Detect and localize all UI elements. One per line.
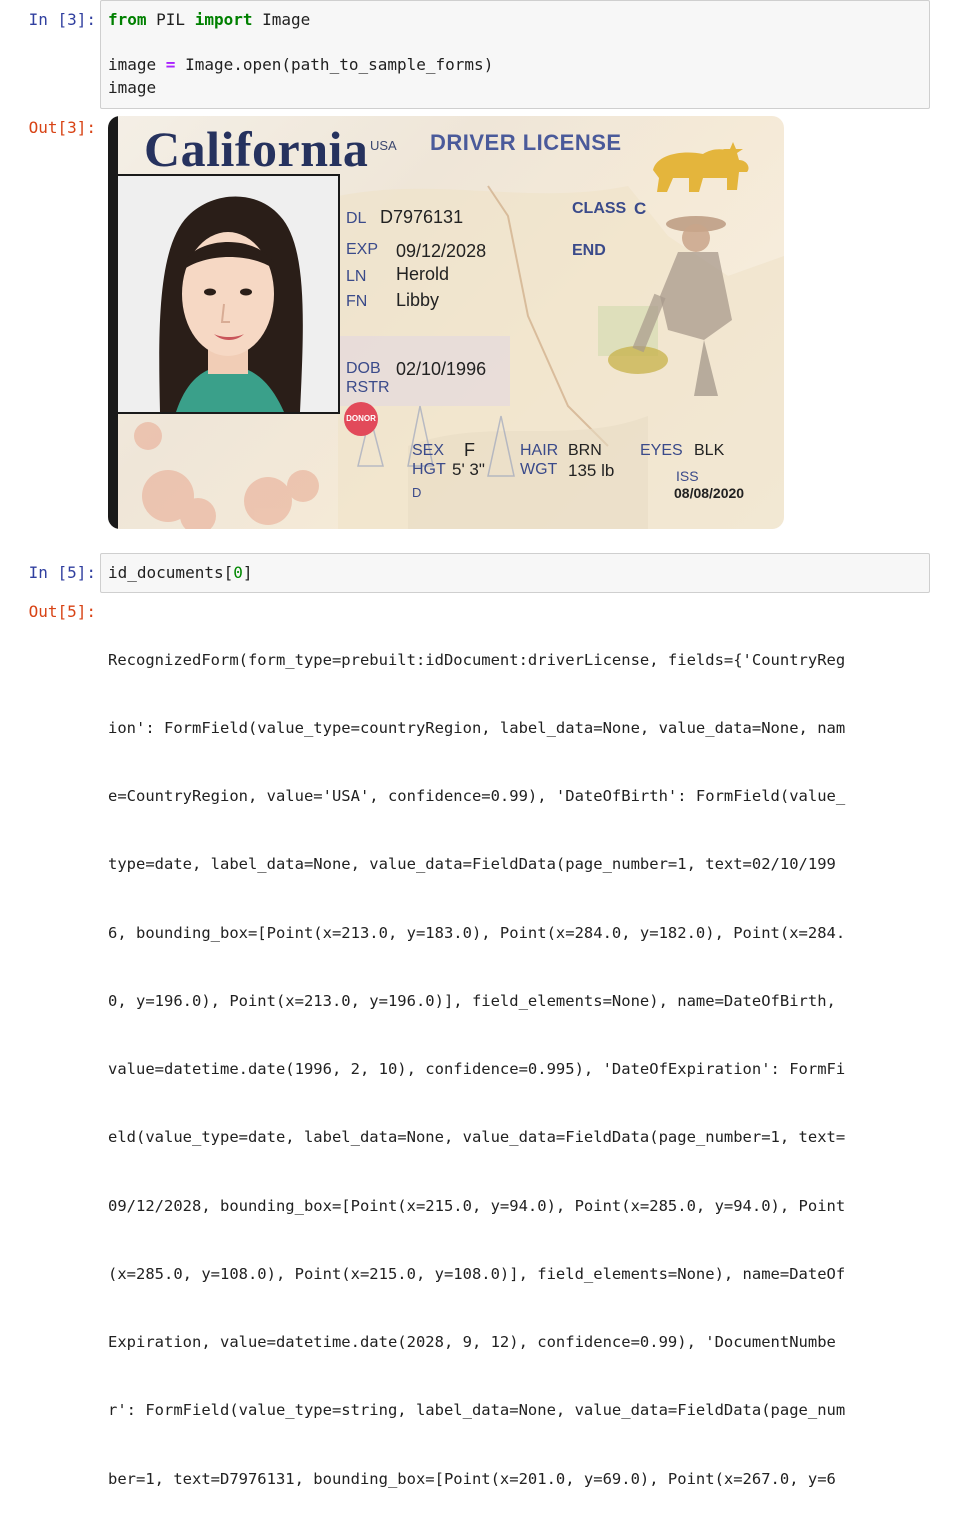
output-line: 0, y=196.0), Point(x=213.0, y=196.0)], f… xyxy=(108,991,836,1010)
code-cell-in3[interactable]: from PIL import Image image = Image.open… xyxy=(100,0,930,109)
hair-label: HAIR xyxy=(520,442,559,459)
eyes-value: BLK xyxy=(694,442,725,459)
class-label: CLASS xyxy=(572,200,627,217)
module-name: PIL xyxy=(146,10,195,29)
cell-output-prompt: Out[5]: xyxy=(28,602,96,621)
sex-value: F xyxy=(464,440,475,460)
dob-label: DOB xyxy=(346,360,381,377)
hgt-label: HGT xyxy=(412,461,446,478)
output-line: 09/12/2028, bounding_box=[Point(x=215.0,… xyxy=(108,1196,846,1215)
hair-value: BRN xyxy=(568,442,602,459)
output-line: r': FormField(value_type=string, label_d… xyxy=(108,1401,846,1420)
state-title: California xyxy=(144,121,369,177)
code-text: id_documents[ xyxy=(108,563,234,582)
dob-value: 02/10/1996 xyxy=(396,359,487,379)
miner-illustration-icon xyxy=(608,216,732,396)
fn-label: FN xyxy=(346,293,368,310)
iss-value: 08/08/2020 xyxy=(674,485,745,501)
import-name: Image xyxy=(252,10,311,29)
output-line: ion': FormField(value_type=countryRegion… xyxy=(108,718,846,737)
exp-label: EXP xyxy=(346,241,379,258)
eyes-label: EYES xyxy=(640,442,683,459)
code-cell-in5[interactable]: id_documents[0] xyxy=(100,553,930,593)
document-title: DRIVER LICENSE xyxy=(430,130,622,155)
output-line: (x=285.0, y=108.0), Point(x=215.0, y=108… xyxy=(108,1264,846,1283)
code-editor[interactable]: id_documents[0] xyxy=(101,554,929,593)
person-portrait-icon xyxy=(118,176,338,412)
code-editor[interactable]: from PIL import Image image = Image.open… xyxy=(101,1,929,107)
code-text: image xyxy=(108,77,157,97)
iss-label: ISS xyxy=(676,468,699,484)
donor-badge: DONOR xyxy=(344,402,378,436)
output-line: type=date, label_data=None, value_data=F… xyxy=(108,855,836,874)
cell-output-prompt: Out[3]: xyxy=(28,118,96,137)
d-label: D xyxy=(412,485,422,500)
code-text: image xyxy=(108,55,166,75)
cell-input-prompt: In [3]: xyxy=(28,10,96,29)
portrait-photo xyxy=(116,174,340,414)
country-code: USA xyxy=(370,138,397,153)
output-line: 6, bounding_box=[Point(x=213.0, y=183.0)… xyxy=(108,923,846,942)
output-line: Expiration, value=datetime.date(2028, 9,… xyxy=(108,1333,836,1351)
code-text: Image.open(path_to_sample_forms) xyxy=(175,55,494,75)
code-number: 0 xyxy=(233,563,243,582)
code-text: ] xyxy=(242,563,253,582)
output-line: eld(value_type=date, label_data=None, va… xyxy=(108,1128,846,1147)
sex-label: SEX xyxy=(412,442,445,459)
output-line: ber=1, text=D7976131, bounding_box=[Poin… xyxy=(108,1469,836,1488)
cell-input-prompt: In [5]: xyxy=(28,563,96,582)
output-line: e=CountryRegion, value='USA', confidence… xyxy=(108,787,846,805)
first-name: Libby xyxy=(396,290,440,310)
keyword-from: from xyxy=(108,10,147,29)
wgt-label: WGT xyxy=(520,461,558,478)
end-label: END xyxy=(572,242,606,259)
dl-number: D7976131 xyxy=(380,207,464,227)
hgt-value: 5' 3" xyxy=(452,460,485,479)
class-value: C xyxy=(634,199,647,218)
keyword-import: import xyxy=(194,10,253,29)
rstr-label: RSTR xyxy=(346,379,390,396)
ln-label: LN xyxy=(346,268,367,285)
last-name: Herold xyxy=(396,264,450,284)
bear-icon xyxy=(653,142,749,192)
output-text: RecognizedForm(form_type=prebuilt:idDocu… xyxy=(108,603,923,1513)
exp-value: 09/12/2028 xyxy=(396,241,487,261)
driver-license-image: California USA DRIVER LICENSE DL D797613… xyxy=(108,116,784,529)
assign-operator: = xyxy=(165,55,176,75)
dl-label: DL xyxy=(346,210,367,227)
wgt-value: 135 lb xyxy=(568,461,615,480)
output-line: RecognizedForm(form_type=prebuilt:idDocu… xyxy=(108,650,846,669)
output-line: value=datetime.date(1996, 2, 10), confid… xyxy=(108,1060,846,1078)
